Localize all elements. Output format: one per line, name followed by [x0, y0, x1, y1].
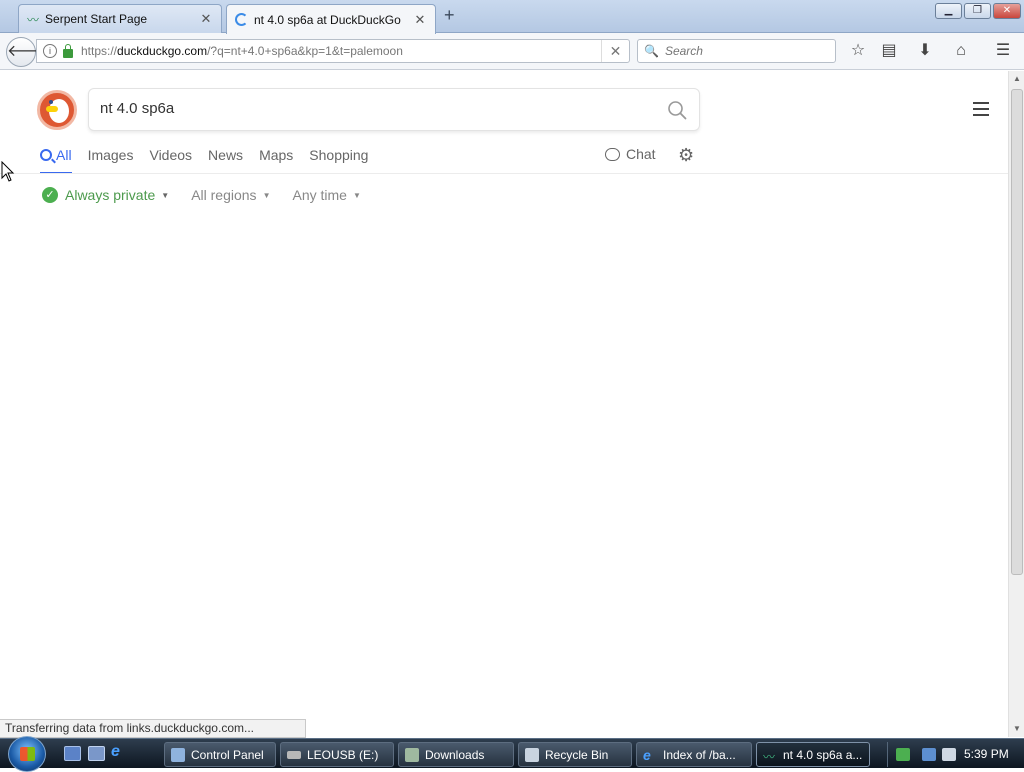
bookmarks-menu-icon[interactable]: ▤	[876, 40, 902, 64]
minimize-window-button[interactable]: ▁	[935, 3, 962, 19]
loading-spinner-icon	[235, 13, 248, 26]
system-tray: 5:39 PM	[887, 742, 1024, 767]
filter-label: Any time	[292, 187, 347, 203]
check-circle-icon: ✓	[42, 187, 58, 203]
search-input[interactable]	[664, 44, 825, 58]
back-button[interactable]: 🡐	[6, 37, 50, 67]
taskbar-label: LEOUSB (E:)	[307, 747, 379, 762]
magnifier-icon[interactable]	[667, 100, 687, 120]
taskbar-label: Recycle Bin	[545, 747, 609, 762]
internet-explorer-icon: e	[643, 746, 651, 763]
logo-bill	[46, 106, 58, 112]
download-arrow-icon[interactable]: ⬇	[912, 40, 938, 64]
caret-down-icon: ▼	[262, 190, 271, 200]
start-button[interactable]	[8, 736, 46, 772]
region-filter[interactable]: All regions ▼	[191, 187, 270, 203]
close-tab-icon[interactable]: ✕	[413, 12, 427, 28]
tab-title: nt 4.0 sp6a at DuckDuckGo	[254, 12, 401, 27]
search-bar[interactable]: 🔍	[637, 39, 836, 63]
taskbar-item-leousb[interactable]: LEOUSB (E:)	[280, 742, 394, 767]
url-bar[interactable]: i https://duckduckgo.com/?q=nt+4.0+sp6a&…	[36, 39, 630, 63]
serpent-favicon-icon: 〰	[27, 12, 40, 27]
taskbar-label: Index of /ba...	[663, 747, 736, 762]
taskbar-label: Control Panel	[191, 747, 264, 762]
restore-window-button[interactable]: ❐	[964, 3, 991, 19]
taskbar-item-downloads[interactable]: Downloads	[398, 742, 514, 767]
show-desktop-icon[interactable]	[64, 746, 81, 761]
filter-label: Always private	[65, 187, 156, 203]
duckduckgo-logo[interactable]	[37, 90, 77, 130]
taskbar-label: Downloads	[425, 747, 485, 762]
security-shield-icon[interactable]	[896, 748, 910, 761]
query-input[interactable]	[100, 100, 640, 117]
scroll-thumb[interactable]	[1011, 89, 1023, 575]
tab-news[interactable]: News	[208, 146, 243, 174]
url-path: /?q=nt+4.0+sp6a&kp=1&t=palemoon	[207, 44, 403, 58]
vertical-scrollbar[interactable]: ▲ ▼	[1008, 71, 1024, 737]
chat-label: Chat	[626, 146, 656, 162]
taskbar-item-pale-moon[interactable]: 〰 nt 4.0 sp6a a...	[756, 742, 870, 767]
divider	[0, 173, 1008, 174]
browser-menu-icon[interactable]: ☰	[990, 40, 1016, 64]
page-content: All Images Videos News Maps Shopping Cha…	[0, 71, 1008, 727]
volume-muted-icon[interactable]	[942, 748, 956, 761]
filter-label: All regions	[191, 187, 257, 203]
site-info-icon[interactable]: i	[43, 44, 57, 58]
tab-images[interactable]: Images	[88, 146, 134, 174]
time-filter[interactable]: Any time ▼	[292, 187, 360, 203]
folder-icon	[405, 747, 419, 762]
stop-loading-icon[interactable]: ✕	[601, 40, 629, 62]
scroll-up-arrow-icon[interactable]: ▲	[1009, 71, 1024, 87]
tab-label: All	[56, 147, 72, 163]
taskbar-item-index-of[interactable]: e Index of /ba...	[636, 742, 752, 767]
control-panel-icon	[171, 747, 185, 762]
tab-shopping[interactable]: Shopping	[309, 146, 368, 174]
url-text[interactable]: https://duckduckgo.com/?q=nt+4.0+sp6a&kp…	[81, 44, 601, 58]
taskbar-item-control-panel[interactable]: Control Panel	[164, 742, 276, 767]
search-icon: 🔍	[644, 44, 659, 58]
chat-bubble-icon	[605, 147, 620, 161]
tab-title: Serpent Start Page	[45, 12, 148, 26]
taskbar-label: nt 4.0 sp6a a...	[783, 747, 863, 762]
bookmark-star-icon[interactable]: ☆	[845, 40, 871, 64]
close-tab-icon[interactable]: ✕	[199, 11, 213, 27]
serpent-browser-icon: 〰	[763, 749, 776, 764]
search-filters: ✓ Always private ▼ All regions ▼ Any time ▼	[42, 187, 383, 203]
caret-down-icon: ▼	[161, 190, 170, 200]
navigation-toolbar: 🡐 i https://duckduckgo.com/?q=nt+4.0+sp6…	[0, 33, 1024, 70]
safe-search-filter[interactable]: Always private ▼	[65, 187, 169, 203]
logo-eye	[49, 100, 53, 104]
home-icon[interactable]: ⌂	[948, 40, 974, 64]
gear-icon[interactable]: ⚙	[678, 145, 694, 166]
taskbar-item-recycle-bin[interactable]: Recycle Bin	[518, 742, 632, 767]
search-icon	[40, 149, 52, 161]
hamburger-menu-icon[interactable]	[973, 102, 989, 116]
windows-flag-icon	[20, 747, 35, 761]
lock-icon	[63, 43, 73, 58]
tab-videos[interactable]: Videos	[149, 146, 192, 174]
tab-duckduckgo[interactable]: nt 4.0 sp6a at DuckDuckGo ✕	[226, 4, 436, 34]
tab-serpent-start-page[interactable]: 〰 Serpent Start Page ✕	[18, 4, 222, 33]
tab-all[interactable]: All	[40, 146, 72, 174]
status-text: Transferring data from links.duckduckgo.…	[0, 719, 306, 738]
internet-explorer-icon[interactable]: e	[111, 743, 129, 760]
scroll-down-arrow-icon[interactable]: ▼	[1009, 721, 1024, 737]
caret-down-icon: ▼	[352, 190, 361, 200]
chat-link[interactable]: Chat	[605, 146, 656, 162]
tab-bar: 〰 Serpent Start Page ✕ nt 4.0 sp6a at Du…	[0, 0, 1024, 34]
tab-maps[interactable]: Maps	[259, 146, 293, 174]
url-host: duckduckgo.com	[117, 44, 208, 58]
url-scheme: https://	[81, 44, 118, 58]
mouse-pointer-icon	[1, 161, 15, 182]
search-category-tabs: All Images Videos News Maps Shopping	[40, 146, 384, 174]
clock[interactable]: 5:39 PM	[964, 747, 1009, 761]
usb-drive-icon	[287, 750, 301, 759]
close-window-button[interactable]: ✕	[993, 3, 1021, 19]
network-icon[interactable]	[922, 748, 936, 761]
switch-windows-icon[interactable]	[88, 746, 105, 761]
search-box[interactable]	[88, 88, 700, 131]
windows-taskbar: e Control Panel LEOUSB (E:) Downloads Re…	[0, 736, 1024, 772]
new-tab-button[interactable]: +	[444, 5, 455, 26]
recycle-bin-icon	[525, 747, 539, 762]
